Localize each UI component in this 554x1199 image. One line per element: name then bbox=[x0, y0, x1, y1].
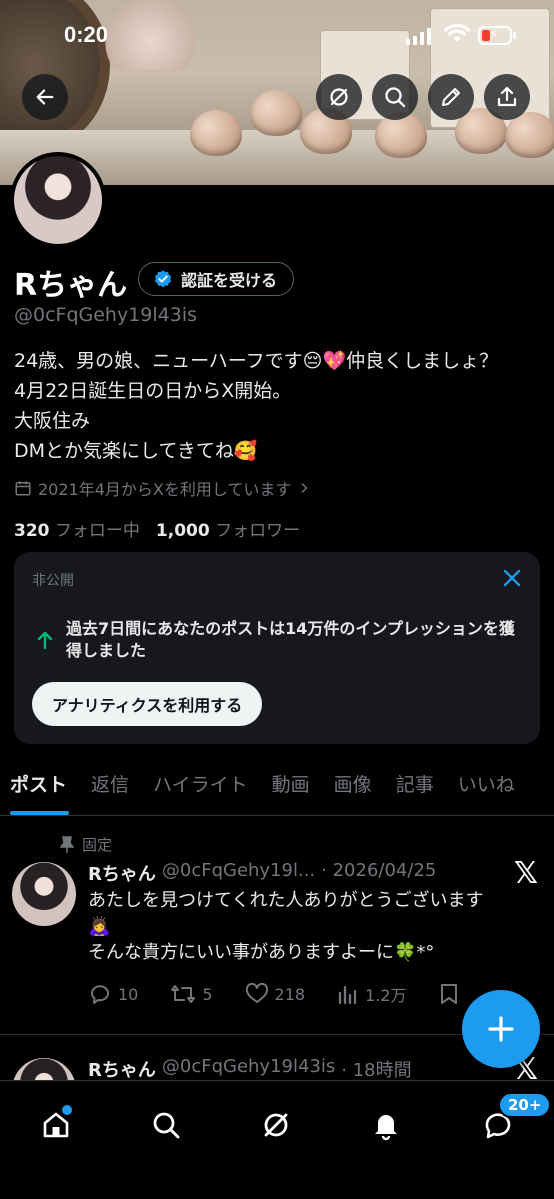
analytics-button[interactable]: アナリティクスを利用する bbox=[32, 682, 263, 726]
search-icon bbox=[153, 1112, 180, 1139]
arrow-up-icon bbox=[37, 631, 53, 650]
post-author-name[interactable]: Rちゃん bbox=[88, 1056, 156, 1082]
tab-highlights[interactable]: ハイライト bbox=[141, 760, 260, 815]
get-verified-button[interactable]: 認証を受ける bbox=[138, 262, 295, 296]
nav-grok[interactable] bbox=[252, 1101, 300, 1149]
view-count: 1.2万 bbox=[365, 986, 407, 1005]
post-date: · 2026/04/25 bbox=[321, 860, 437, 881]
status-time: 0:20 bbox=[64, 22, 109, 47]
share-button[interactable] bbox=[484, 74, 530, 120]
like-count: 218 bbox=[274, 984, 306, 1004]
tab-replies[interactable]: 返信 bbox=[79, 760, 141, 815]
tab-likes[interactable]: いいね bbox=[446, 760, 527, 815]
private-label: 非公開 bbox=[32, 573, 74, 589]
post-text-line: そんな貴方にいい事がありますよーに🍀*° bbox=[88, 942, 435, 963]
following-label: フォロー中 bbox=[54, 521, 140, 541]
back-button[interactable] bbox=[22, 74, 68, 120]
post-text-line: 🙇‍♀️ bbox=[88, 916, 111, 937]
pin-icon bbox=[60, 835, 74, 853]
plus-icon bbox=[488, 1016, 514, 1042]
analytics-icon bbox=[338, 985, 357, 1005]
pinned-indicator: 固定 bbox=[60, 834, 112, 855]
joined-date[interactable]: 2021年4月からXを利用しています bbox=[14, 476, 311, 500]
cellular-signal-icon bbox=[406, 27, 431, 45]
repost-count: 5 bbox=[202, 984, 213, 1004]
tab-articles[interactable]: 記事 bbox=[384, 760, 446, 815]
back-arrow-icon bbox=[36, 89, 54, 105]
tab-images[interactable]: 画像 bbox=[322, 760, 384, 815]
home-indicator-area bbox=[0, 1165, 554, 1199]
post-header: Rちゃん @0cFqGehy19l43is · 18時間 bbox=[88, 1056, 412, 1082]
banner-heart-item bbox=[190, 110, 242, 156]
bio-line: 4月22日誕生日の日からX開始。 bbox=[14, 380, 292, 402]
following-link[interactable]: 320 フォロー中 bbox=[14, 516, 140, 541]
followers-count: 1,000 bbox=[155, 521, 210, 541]
messages-badge: 20+ bbox=[498, 1092, 552, 1118]
nav-search[interactable] bbox=[142, 1101, 190, 1149]
like-button[interactable]: 218 bbox=[245, 982, 306, 1006]
grok-icon bbox=[264, 1113, 288, 1137]
post-date: · 18時間 bbox=[341, 1060, 412, 1081]
following-count: 320 bbox=[14, 521, 50, 541]
profile-tabs: ポスト 返信 ハイライト 動画 画像 記事 いいね bbox=[0, 760, 554, 816]
grok-button[interactable] bbox=[316, 74, 362, 120]
home-notification-dot bbox=[62, 1105, 72, 1115]
nav-home[interactable] bbox=[32, 1101, 80, 1149]
battery-icon: ⚡ bbox=[478, 26, 516, 45]
reply-count: 10 bbox=[118, 984, 139, 1004]
private-analytics-card: 非公開 過去7日間にあなたのポストは14万件のインプレッションを獲得しました ア… bbox=[14, 552, 540, 744]
close-icon[interactable] bbox=[500, 566, 524, 590]
x-logo-icon: 𝕏 bbox=[513, 856, 538, 891]
share-icon bbox=[497, 86, 517, 107]
profile-avatar[interactable] bbox=[10, 152, 106, 248]
bio-line: 大阪住み bbox=[14, 410, 91, 432]
search-icon bbox=[385, 87, 406, 108]
bookmark-icon[interactable] bbox=[439, 983, 459, 1005]
bio-line: 24歳、男の娘、ニューハーフです😔💖仲良くしましょ？ bbox=[14, 350, 499, 372]
profile-handle: @0cFqGehy19l43is bbox=[14, 304, 198, 326]
post-text[interactable]: あたしを見つけてくれた人ありがとうございます 🙇‍♀️ そんな貴方にいい事があり… bbox=[88, 888, 528, 966]
follow-stats: 320 フォロー中 1,000 フォロワー bbox=[14, 516, 300, 541]
post-header: Rちゃん @0cFqGehy19l... · 2026/04/25 bbox=[88, 860, 436, 886]
reply-button[interactable]: 10 bbox=[88, 982, 138, 1006]
post-actions: 10 5 218 1.2万 bbox=[88, 982, 528, 1006]
grok-icon bbox=[330, 88, 348, 106]
tab-posts[interactable]: ポスト bbox=[0, 760, 79, 815]
chevron-right-icon bbox=[301, 483, 308, 493]
tab-videos[interactable]: 動画 bbox=[260, 760, 322, 815]
repost-icon bbox=[171, 985, 196, 1003]
post-avatar[interactable] bbox=[12, 862, 76, 926]
followers-link[interactable]: 1,000 フォロワー bbox=[156, 516, 300, 541]
views-button[interactable]: 1.2万 bbox=[337, 982, 407, 1006]
bio-line: DMとか気楽にしてきてね🥰 bbox=[14, 440, 258, 462]
pinned-label: 固定 bbox=[82, 836, 113, 854]
repost-button[interactable]: 5 bbox=[170, 982, 213, 1006]
profile-name: Rちゃん bbox=[14, 268, 128, 303]
post-text-line: あたしを見つけてくれた人ありがとうございます bbox=[88, 890, 484, 911]
impressions-message: 過去7日間にあなたのポストは14万件のインプレッションを獲得しました bbox=[66, 619, 515, 660]
search-button[interactable] bbox=[372, 74, 418, 120]
banner-heart-item bbox=[250, 90, 302, 136]
calendar-icon bbox=[15, 481, 31, 496]
compose-button[interactable] bbox=[462, 990, 540, 1068]
bell-icon bbox=[375, 1115, 397, 1141]
post-author-handle: @0cFqGehy19l43is bbox=[161, 1056, 336, 1077]
nav-notifications[interactable] bbox=[362, 1101, 410, 1149]
reply-icon bbox=[91, 985, 109, 1004]
edit-button[interactable] bbox=[428, 74, 474, 120]
followers-label: フォロワー bbox=[215, 521, 301, 541]
profile-bio: 24歳、男の娘、ニューハーフです😔💖仲良くしましょ？ 4月22日誕生日の日からX… bbox=[14, 346, 544, 466]
heart-icon bbox=[245, 982, 268, 1003]
post-author-name[interactable]: Rちゃん bbox=[88, 860, 156, 886]
bottom-nav bbox=[0, 1080, 554, 1199]
verified-badge-icon bbox=[154, 270, 172, 288]
post-author-handle: @0cFqGehy19l... bbox=[161, 860, 316, 881]
status-bar: 0:20 ⚡ bbox=[0, 0, 554, 70]
get-verified-label: 認証を受ける bbox=[181, 271, 278, 290]
wifi-icon bbox=[444, 24, 470, 42]
joined-label: 2021年4月からXを利用しています bbox=[38, 480, 292, 499]
pencil-icon bbox=[442, 88, 460, 106]
